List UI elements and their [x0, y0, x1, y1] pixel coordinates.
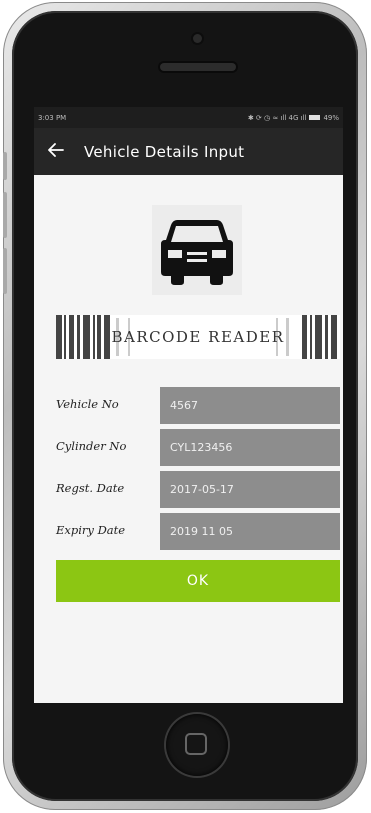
page-title: Vehicle Details Input — [84, 142, 245, 161]
vehicle-no-field[interactable]: 4567 — [160, 387, 340, 424]
regst-date-row: Regst. Date 2017-05-17 — [56, 471, 340, 508]
expiry-date-label: Expiry Date — [56, 523, 126, 537]
home-square-icon — [185, 733, 207, 755]
battery-percent: 49% — [323, 113, 339, 122]
arrow-left-icon[interactable] — [48, 141, 70, 162]
earpiece-speaker — [160, 63, 236, 71]
status-icons: ✱ ⟳ ◷ ≈ ıll 4G ıll 49% — [248, 114, 339, 122]
home-button[interactable] — [166, 714, 228, 776]
car-icon — [152, 205, 242, 295]
barcode-reader-button[interactable]: BARCODE READER — [56, 315, 340, 359]
ok-button[interactable]: OK — [56, 560, 340, 602]
barcode-label: BARCODE READER — [111, 328, 285, 346]
regst-date-label: Regst. Date — [56, 481, 125, 495]
expiry-date-row: Expiry Date 2019 11 05 — [56, 513, 340, 550]
app-bar: Vehicle Details Input — [34, 128, 343, 175]
volume-up-button — [3, 192, 7, 238]
battery-icon — [309, 115, 321, 120]
status-icons-text: ✱ ⟳ ◷ ≈ ıll 4G ıll — [247, 113, 307, 122]
status-bar: 3:03 PM ✱ ⟳ ◷ ≈ ıll 4G ıll 49% — [34, 107, 343, 128]
front-camera — [193, 34, 202, 43]
status-time: 3:03 PM — [38, 113, 67, 122]
expiry-date-field[interactable]: 2019 11 05 — [160, 513, 340, 550]
mute-switch — [3, 152, 7, 180]
regst-date-field[interactable]: 2017-05-17 — [160, 471, 340, 508]
cylinder-no-row: Cylinder No CYL123456 — [56, 429, 340, 466]
volume-down-button — [3, 248, 7, 294]
vehicle-no-row: Vehicle No 4567 — [56, 387, 340, 424]
vehicle-no-label: Vehicle No — [56, 397, 119, 411]
app-screen: 3:03 PM ✱ ⟳ ◷ ≈ ıll 4G ıll 49% Vehicle D… — [34, 107, 343, 703]
cylinder-no-label: Cylinder No — [56, 439, 127, 453]
cylinder-no-field[interactable]: CYL123456 — [160, 429, 340, 466]
